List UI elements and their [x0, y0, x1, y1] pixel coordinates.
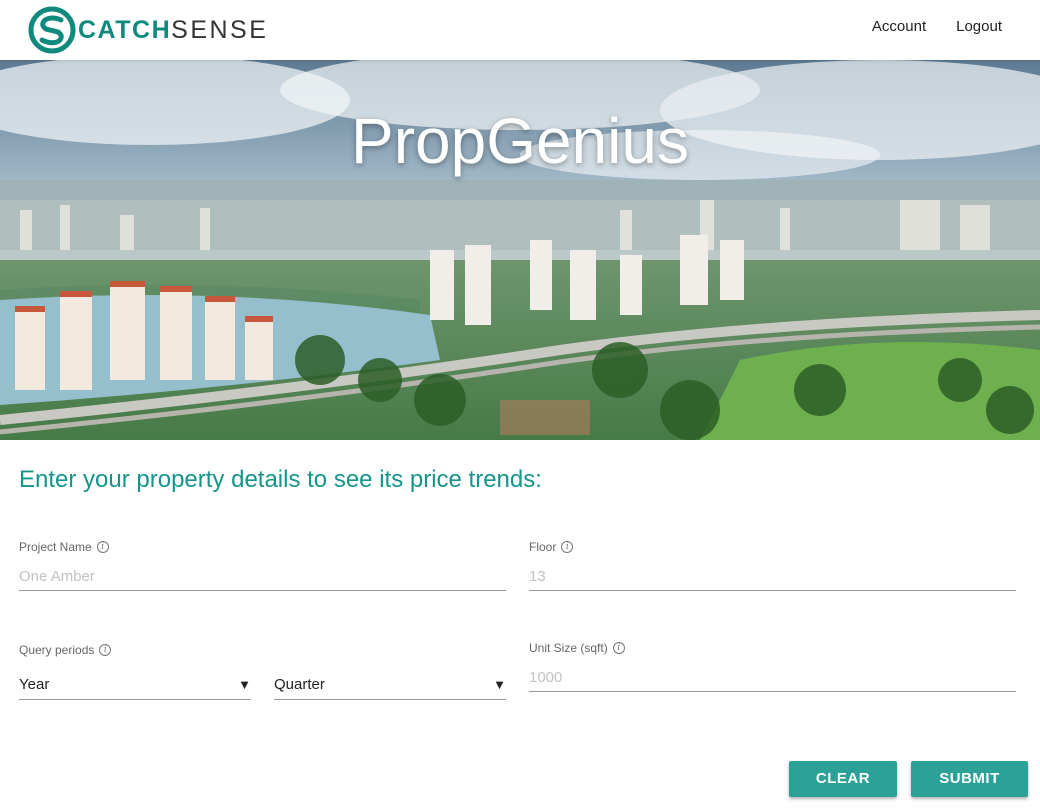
project-name-label-text: Project Name	[19, 540, 92, 554]
logout-link[interactable]: Logout	[956, 18, 1002, 35]
quarter-select[interactable]: Quarter ▼	[274, 672, 506, 700]
quarter-select-value: Quarter	[274, 676, 325, 693]
logo-text-sense: SENSE	[171, 15, 269, 44]
query-periods-info-icon[interactable]: i	[99, 644, 112, 656]
project-name-label: Project Name i	[19, 540, 109, 554]
hero-banner: PropGenius	[0, 60, 1040, 440]
query-periods-label-text: Query periods	[19, 643, 95, 657]
logo-text-catch: CATCH	[78, 15, 172, 44]
year-select-value: Year	[19, 676, 50, 693]
logo-mark-icon	[28, 6, 76, 54]
account-link[interactable]: Account	[872, 18, 926, 35]
unit-size-label: Unit Size (sqft) i	[529, 641, 625, 655]
year-select[interactable]: Year ▼	[19, 672, 251, 700]
nav-links: Account Logout	[872, 18, 1002, 35]
triangle-down-icon: ▼	[238, 677, 251, 692]
query-periods-label: Query periods i	[19, 643, 112, 657]
floor-info-icon[interactable]: i	[561, 541, 574, 553]
floor-input[interactable]	[529, 563, 1016, 591]
logo-wordmark: CATCH SENSE	[78, 16, 268, 45]
clear-button[interactable]: CLEAR	[789, 761, 897, 797]
hero-title: PropGenius	[351, 105, 689, 177]
project-name-info-icon[interactable]: i	[96, 541, 109, 553]
floor-label: Floor i	[529, 540, 574, 554]
unit-size-info-icon[interactable]: i	[612, 642, 625, 654]
floor-label-text: Floor	[529, 540, 557, 554]
unit-size-input[interactable]	[529, 664, 1016, 692]
submit-button[interactable]: SUBMIT	[911, 761, 1028, 797]
project-name-input[interactable]	[19, 563, 506, 591]
triangle-down-icon: ▼	[493, 677, 506, 692]
form-heading: Enter your property details to see its p…	[19, 466, 542, 493]
top-navbar: CATCH SENSE Account Logout	[0, 0, 1040, 60]
unit-size-label-text: Unit Size (sqft)	[529, 641, 608, 655]
catchsense-logo[interactable]: CATCH SENSE	[28, 5, 268, 55]
